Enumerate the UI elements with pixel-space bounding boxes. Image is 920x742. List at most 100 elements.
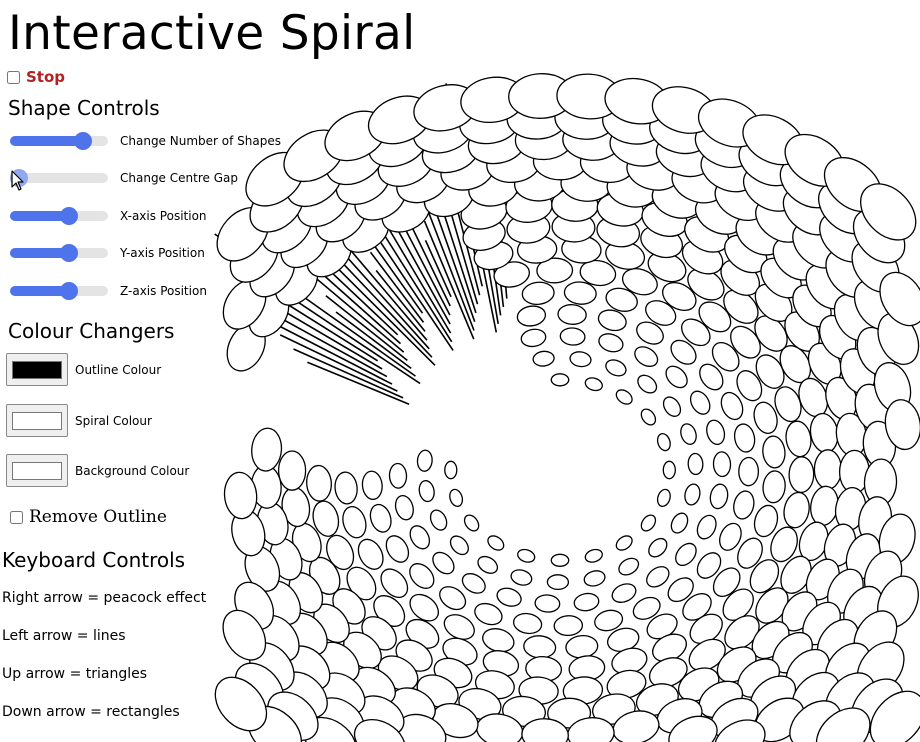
spiral-ellipse — [534, 594, 561, 613]
colour-swatch — [12, 411, 62, 430]
spiral-ellipse — [573, 592, 600, 612]
stop-label: Stop — [26, 68, 66, 86]
remove-outline-label: Remove Outline — [29, 507, 167, 527]
spiral-ellipse — [675, 542, 697, 566]
slider-number-of-shapes[interactable]: Change Number of Shapes — [10, 131, 281, 151]
spiral-ellipse — [611, 583, 637, 603]
colour-swatch — [12, 461, 62, 480]
slider-thumb[interactable] — [74, 132, 92, 150]
spiral-ellipse — [680, 423, 697, 445]
spiral-ellipse — [709, 483, 729, 510]
slider-track[interactable] — [10, 244, 108, 262]
spiral-ellipse — [520, 328, 547, 348]
colour-label: Background Colour — [75, 463, 190, 478]
spiral-ellipse — [598, 333, 624, 353]
slider-track[interactable] — [10, 132, 108, 150]
keyboard-controls-heading: Keyboard Controls — [2, 548, 186, 572]
spiral-line — [307, 361, 410, 405]
spiral-ellipse — [618, 557, 640, 576]
spiral-ellipse — [277, 450, 307, 491]
remove-outline-checkbox[interactable] — [10, 510, 23, 524]
spiral-ellipse — [738, 456, 760, 487]
spiral-ellipse — [532, 350, 555, 367]
spiral-ellipse — [444, 460, 458, 480]
slider-z-axis[interactable]: Z-axis Position — [10, 281, 207, 301]
spiral-ellipse — [706, 419, 726, 445]
spiral-ellipse — [648, 537, 668, 558]
spiral-ellipse — [361, 470, 383, 501]
slider-label: Change Number of Shapes — [120, 134, 281, 148]
colour-changers-heading: Colour Changers — [8, 319, 175, 343]
spiral-ellipse — [662, 460, 676, 480]
spiral-ellipse — [516, 305, 547, 327]
spiral-ellipse — [510, 569, 533, 586]
spiral-colour-picker[interactable]: Spiral Colour — [6, 404, 152, 437]
slider-label: Z-axis Position — [120, 284, 207, 298]
background-colour-button[interactable] — [6, 454, 68, 487]
spiral-ellipse — [670, 512, 689, 534]
spiral-ellipse — [496, 587, 522, 607]
spiral-ellipse — [662, 396, 682, 417]
colour-label: Spiral Colour — [75, 413, 152, 428]
mouse-pointer-icon — [11, 170, 24, 191]
spiral-ellipse — [369, 503, 392, 533]
spiral-ellipse — [416, 449, 433, 472]
slider-thumb[interactable] — [59, 282, 78, 300]
spiral-ellipse — [733, 490, 755, 520]
outline-colour-button[interactable] — [6, 353, 68, 386]
spiral-ellipse — [306, 464, 332, 502]
spiral-ellipse — [557, 304, 587, 325]
spiral-ellipse — [584, 377, 603, 392]
slider-track[interactable] — [10, 282, 108, 300]
spiral-ellipse — [640, 514, 657, 532]
spiral-ellipse — [385, 535, 410, 563]
spiral-ellipse — [569, 351, 592, 368]
colour-swatch — [12, 360, 62, 379]
spiral-ellipse — [521, 281, 555, 306]
spiral-ellipse — [665, 365, 688, 389]
spiral-ellipse — [394, 495, 414, 521]
spiral-ellipse — [432, 551, 455, 575]
spiral-ellipse — [733, 423, 756, 453]
spiral-ellipse — [409, 525, 431, 550]
slider-track[interactable] — [10, 207, 108, 225]
spiral-ellipse — [813, 449, 843, 490]
outline-colour-picker[interactable]: Outline Colour — [6, 353, 161, 386]
spiral-ellipse — [553, 615, 584, 637]
spiral-ellipse — [762, 435, 786, 469]
remove-outline-toggle[interactable]: Remove Outline — [10, 507, 167, 527]
spiral-ellipse — [546, 574, 570, 591]
spiral-ellipse — [342, 506, 367, 539]
spiral-ellipse — [477, 555, 499, 574]
spiral-ellipse — [418, 480, 435, 503]
spiral-ellipse — [785, 420, 812, 458]
background-colour-picker[interactable]: Background Colour — [6, 454, 189, 487]
slider-label: X-axis Position — [120, 209, 207, 223]
spiral-ellipse — [565, 634, 599, 659]
spiral-ellipse — [449, 535, 469, 556]
spiral-ellipse — [634, 346, 659, 367]
spiral-ellipse — [615, 389, 633, 405]
slider-x-axis[interactable]: X-axis Position — [10, 206, 207, 226]
keyboard-hint-down-arrow: Down arrow = rectangles — [2, 704, 180, 720]
spiral-ellipse — [712, 451, 732, 478]
slider-thumb[interactable] — [59, 244, 78, 262]
spiral-ellipse — [656, 432, 671, 452]
colour-label: Outline Colour — [75, 362, 162, 377]
spiral-ellipse — [637, 374, 658, 394]
slider-thumb[interactable] — [59, 207, 78, 225]
slider-y-axis[interactable]: Y-axis Position — [10, 243, 205, 263]
spiral-ellipse — [783, 491, 810, 529]
stop-checkbox[interactable] — [7, 70, 20, 84]
spiral-colour-button[interactable] — [6, 404, 68, 437]
spiral-ellipse — [334, 471, 358, 505]
keyboard-hint-up-arrow: Up arrow = triangles — [2, 666, 148, 682]
slider-label: Change Centre Gap — [120, 171, 238, 185]
spiral-ellipse — [449, 488, 464, 508]
spiral-ellipse — [550, 373, 570, 387]
spiral-ellipse — [388, 462, 408, 489]
stop-toggle[interactable]: Stop — [6, 68, 65, 86]
slider-label: Y-axis Position — [120, 246, 205, 260]
spiral-ellipse — [640, 408, 657, 426]
spiral-ellipse — [656, 488, 671, 508]
